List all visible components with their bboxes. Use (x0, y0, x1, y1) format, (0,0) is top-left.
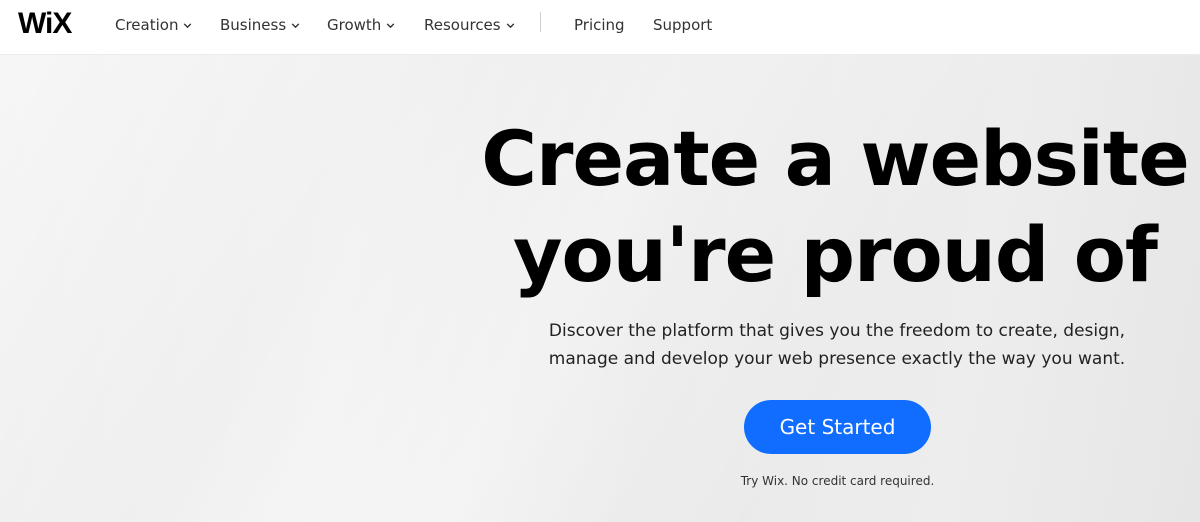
chevron-down-icon (506, 22, 514, 28)
wix-logo[interactable]: WiX (18, 9, 72, 39)
hero-headline-line2: you're proud of (513, 210, 1158, 299)
hero-section: Create a website you're proud of Discove… (0, 55, 1200, 522)
hero-subtitle-line2: manage and develop your web presence exa… (548, 349, 1126, 369)
nav-support[interactable]: Support (653, 15, 712, 35)
nav-pricing[interactable]: Pricing (574, 15, 625, 35)
chevron-down-icon (387, 22, 395, 28)
nav-resources[interactable]: Resources (424, 15, 516, 35)
nav-creation[interactable]: Creation (115, 15, 193, 35)
nav-growth[interactable]: Growth (327, 15, 396, 35)
nav-growth-label: Growth (327, 16, 382, 34)
site-header: WiX Creation Business Growth Resources P… (0, 0, 1200, 55)
hero-subtitle-line1: Discover the platform that gives you the… (548, 321, 1126, 341)
nav-creation-label: Creation (115, 16, 179, 34)
chevron-down-icon (184, 22, 192, 28)
hero-headline-line1: Create a website (481, 114, 1189, 203)
nav-resources-label: Resources (424, 16, 501, 34)
nav-pricing-label: Pricing (574, 16, 625, 34)
nav-support-label: Support (653, 16, 713, 34)
chevron-down-icon (291, 22, 300, 28)
nav-business-label: Business (220, 16, 287, 34)
hero-subtitle: Discover the platform that gives you the… (520, 317, 1154, 373)
no-credit-card-note: Try Wix. No credit card required. (740, 474, 935, 488)
get-started-button[interactable]: Get Started (744, 400, 931, 454)
nav-business[interactable]: Business (220, 15, 301, 35)
nav-divider (540, 12, 541, 32)
hero-headline: Create a website you're proud of (470, 111, 1200, 303)
